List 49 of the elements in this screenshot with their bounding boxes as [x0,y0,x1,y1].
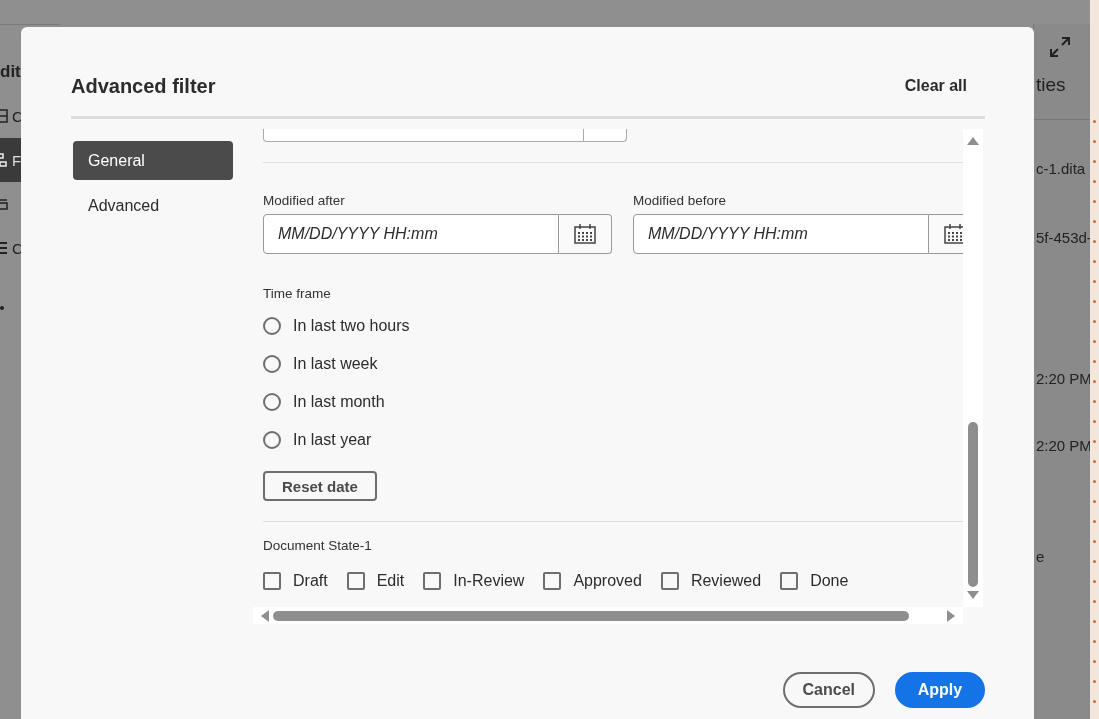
checkbox[interactable] [423,572,442,590]
radio-button[interactable] [263,393,281,411]
property-value: e [1035,548,1046,565]
radio-label[interactable]: In last month [293,393,385,411]
radio-label[interactable]: In last week [293,355,378,373]
input-field[interactable] [263,129,627,142]
radio-label[interactable]: In last year [293,431,372,449]
checkbox[interactable] [780,572,799,590]
checkbox[interactable] [543,572,562,590]
scroll-left-icon[interactable] [259,609,269,622]
horizontal-scrollbar[interactable] [253,607,963,624]
dialog-title: Advanced filter [71,74,216,98]
checkbox-label[interactable]: In-Review [453,572,525,590]
radio-label[interactable]: In last two hours [293,317,410,335]
field-label: Modified after [263,193,346,208]
calendar-icon [944,224,963,244]
nav-tab[interactable]: General [73,141,233,180]
section-label: Time frame [263,286,331,301]
checkbox[interactable] [263,572,281,590]
property-value: c-1.dita [1035,160,1087,177]
clear-all-button[interactable]: Clear all [904,77,985,95]
radio-button[interactable] [263,431,281,449]
checkbox[interactable] [660,572,679,590]
calendar-button[interactable] [559,214,612,254]
date-field[interactable]: MM/DD/YYYY HH:mm [633,214,929,254]
checkbox[interactable] [346,572,365,590]
scroll-right-icon[interactable] [947,609,957,622]
checkbox-label[interactable]: Edit [376,572,405,590]
scroll-up-icon[interactable] [967,135,979,145]
expand-icon[interactable] [1049,36,1071,58]
checkbox-label[interactable]: Draft [293,572,328,590]
calendar-icon [574,224,596,244]
reset-date-button[interactable]: Reset date [263,471,377,501]
checkbox-label[interactable]: Approved [573,572,642,590]
apply-button[interactable]: Apply [895,672,985,708]
panel-title: dit [0,60,22,83]
scroll-down-icon[interactable] [967,591,979,601]
radio-button[interactable] [263,355,281,373]
vertical-scrollbar[interactable] [963,129,983,607]
nav-tab[interactable]: Advanced [73,186,233,225]
checkbox-label[interactable]: Reviewed [690,572,762,590]
scrollbar-thumb[interactable] [968,422,978,587]
section-label: Document State-1 [263,538,372,553]
cancel-button[interactable]: Cancel [782,672,875,708]
checkbox-label[interactable]: Done [810,572,849,590]
radio-button[interactable] [263,317,281,335]
property-value: 5f-453d- [1035,229,1090,246]
date-field[interactable]: MM/DD/YYYY HH:mm [263,214,559,254]
field-label: Modified before [633,193,728,208]
